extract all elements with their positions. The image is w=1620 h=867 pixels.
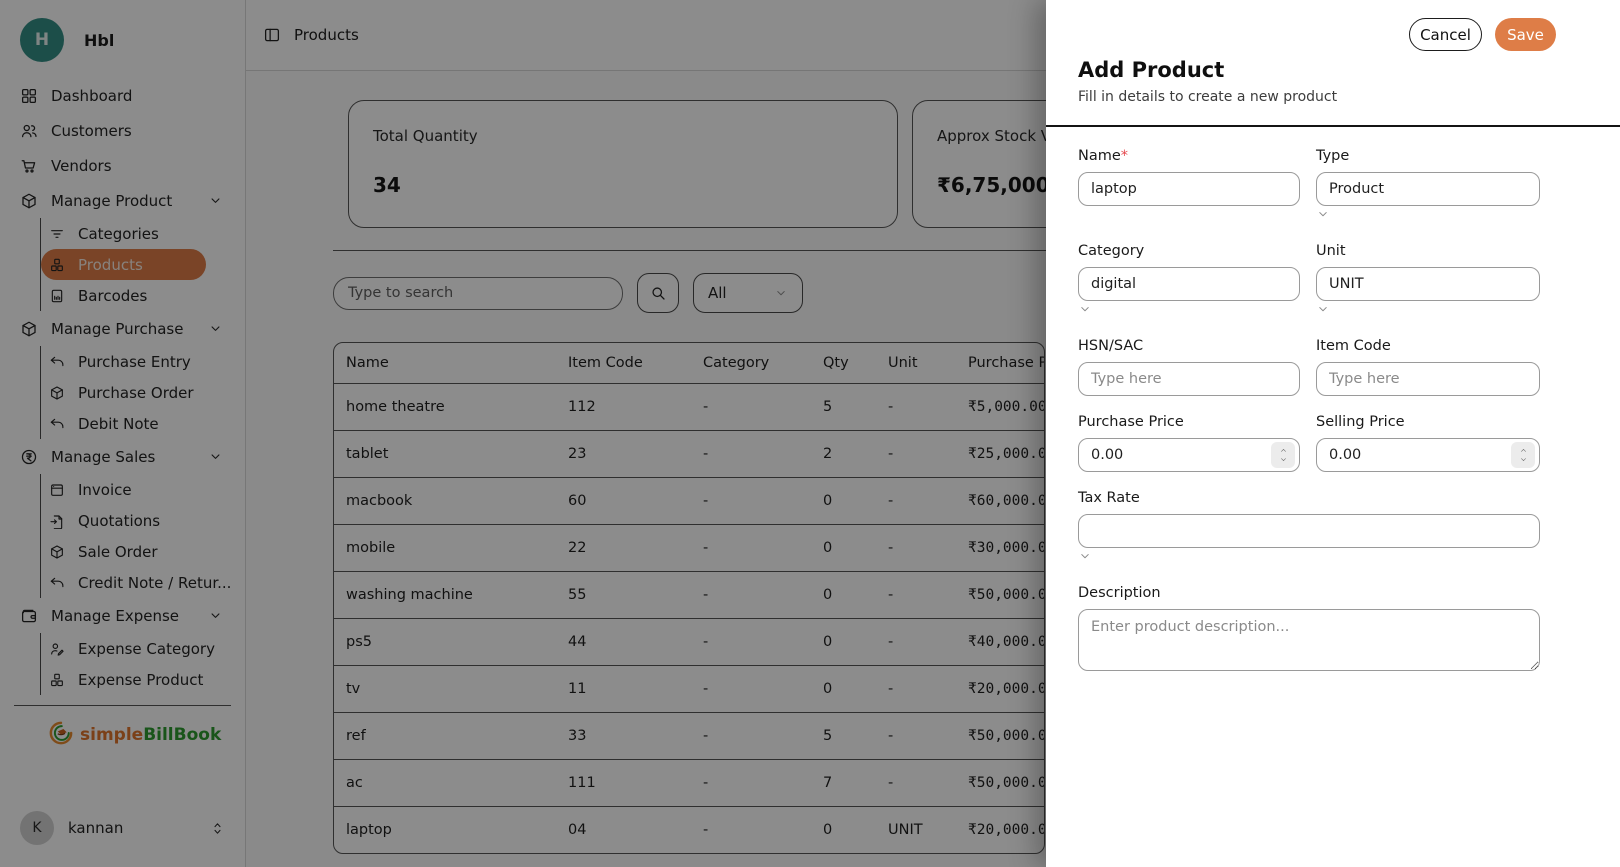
tax-rate-field-group: Tax Rate <box>1078 490 1540 567</box>
description-textarea[interactable] <box>1078 609 1540 671</box>
add-product-form: Name* Type Product Category digital Unit <box>1046 127 1620 671</box>
number-stepper[interactable] <box>1511 442 1535 468</box>
description-label: Description <box>1078 585 1540 601</box>
unit-label: Unit <box>1316 243 1540 259</box>
category-label: Category <box>1078 243 1300 259</box>
description-field-group: Description <box>1078 585 1540 671</box>
number-stepper[interactable] <box>1271 442 1295 468</box>
cancel-button[interactable]: Cancel <box>1409 18 1482 51</box>
purchase-price-label: Purchase Price <box>1078 414 1300 430</box>
category-selected-value: digital <box>1091 276 1136 292</box>
unit-selected-value: UNIT <box>1329 276 1364 292</box>
item-code-label: Item Code <box>1316 338 1540 354</box>
category-select[interactable]: digital <box>1078 267 1300 301</box>
hsn-label: HSN/SAC <box>1078 338 1300 354</box>
chevron-down-icon <box>1078 302 1092 316</box>
type-select[interactable]: Product <box>1316 172 1540 206</box>
type-selected-value: Product <box>1329 181 1384 197</box>
save-button[interactable]: Save <box>1495 18 1556 51</box>
chevron-down-icon <box>1078 549 1092 563</box>
item-code-input[interactable] <box>1316 362 1540 396</box>
tax-rate-label: Tax Rate <box>1078 490 1540 506</box>
app-root: H Hbl Dashboard Customers Vendors Manage… <box>0 0 1620 867</box>
unit-select[interactable]: UNIT <box>1316 267 1540 301</box>
item-code-field-group: Item Code <box>1316 338 1540 396</box>
chevron-down-icon <box>1316 302 1330 316</box>
name-field-group: Name* <box>1078 148 1300 225</box>
selling-price-input[interactable] <box>1316 438 1540 472</box>
drawer-subtitle: Fill in details to create a new product <box>1078 89 1556 105</box>
drawer-title: Add Product <box>1078 58 1556 82</box>
required-asterisk: * <box>1121 148 1128 164</box>
selling-price-field-group: Selling Price <box>1316 414 1540 472</box>
tax-rate-select[interactable] <box>1078 514 1540 548</box>
unit-field-group: Unit UNIT <box>1316 243 1540 320</box>
hsn-input[interactable] <box>1078 362 1300 396</box>
name-input[interactable] <box>1078 172 1300 206</box>
purchase-price-field-group: Purchase Price <box>1078 414 1300 472</box>
hsn-field-group: HSN/SAC <box>1078 338 1300 396</box>
type-field-group: Type Product <box>1316 148 1540 225</box>
add-product-drawer: Cancel Save Add Product Fill in details … <box>1046 0 1620 867</box>
purchase-price-input[interactable] <box>1078 438 1300 472</box>
drawer-actions: Cancel Save <box>1078 18 1556 51</box>
selling-price-label: Selling Price <box>1316 414 1540 430</box>
drawer-header: Cancel Save Add Product Fill in details … <box>1046 0 1620 127</box>
type-label: Type <box>1316 148 1540 164</box>
name-label: Name* <box>1078 148 1300 164</box>
category-field-group: Category digital <box>1078 243 1300 320</box>
chevron-down-icon <box>1316 207 1330 221</box>
